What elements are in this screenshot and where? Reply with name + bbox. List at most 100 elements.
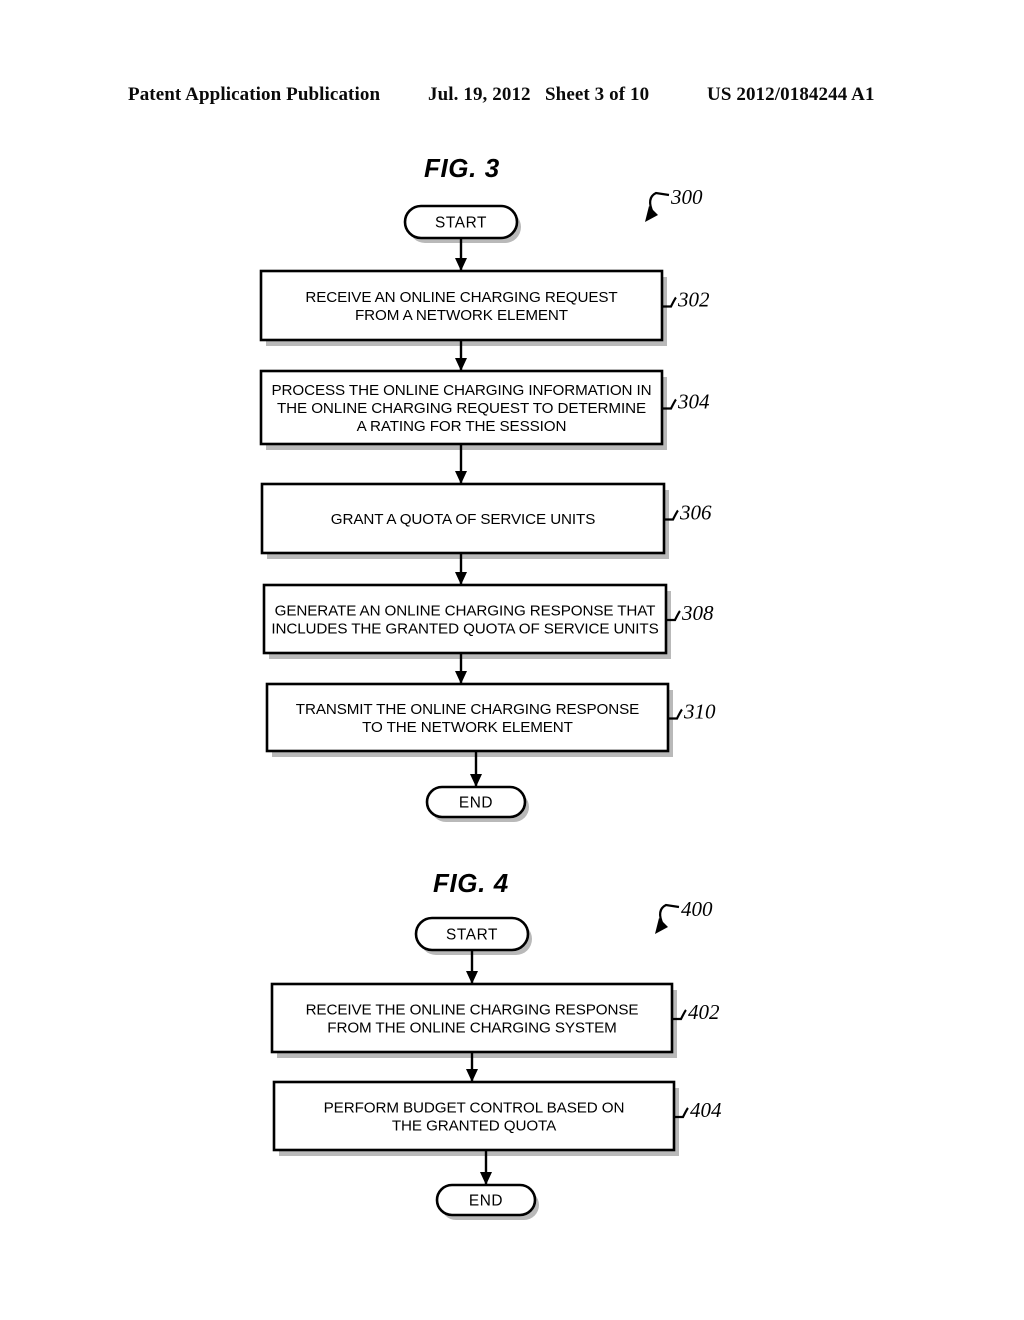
reference-leader-line xyxy=(668,708,683,720)
reference-number: 402 xyxy=(688,1000,720,1024)
figure-fig4-flowchart: START 400 RECEIVE THE ONLINE CHARGING RESP… xyxy=(270,897,722,1220)
reference-leader-line xyxy=(674,1107,689,1119)
reference-number: 308 xyxy=(681,601,714,625)
reference-leader-line xyxy=(662,398,677,410)
arrow-head-icon xyxy=(455,258,467,271)
node-shadow xyxy=(420,923,532,955)
reference-callout-304: 304 xyxy=(662,390,710,414)
reference-leader-line xyxy=(672,1009,687,1021)
process-box-shape xyxy=(270,982,674,1054)
figure-reference-arrow-icon xyxy=(645,206,658,222)
node-shadow xyxy=(266,377,667,450)
process-box-line: A RATING FOR THE SESSION xyxy=(357,418,567,435)
terminator-label: END xyxy=(459,795,493,812)
header-date-label: Jul. 19, 2012 xyxy=(428,84,531,105)
process-step-308[interactable]: GENERATE AN ONLINE CHARGING RESPONSE THA… xyxy=(262,583,671,659)
figure-3-title: FIG. 3 xyxy=(424,153,500,183)
node-shadow xyxy=(279,1088,679,1156)
process-step-302[interactable]: RECEIVE AN ONLINE CHARGING REQUESTFROM A… xyxy=(259,269,667,346)
reference-number: 306 xyxy=(679,501,712,525)
process-box-line: THE GRANTED QUOTA xyxy=(392,1118,557,1135)
process-step-310[interactable]: TRANSMIT THE ONLINE CHARGING RESPONSETO … xyxy=(265,682,673,757)
terminator-label: START xyxy=(435,215,487,232)
arrow-head-icon xyxy=(466,1069,478,1082)
process-box-line: INCLUDES THE GRANTED QUOTA OF SERVICE UN… xyxy=(271,621,658,638)
header-publication-label: Patent Application Publication xyxy=(128,84,381,105)
connector-last-step-to-end xyxy=(470,751,482,787)
figure-reference-callout: 400 xyxy=(655,897,713,934)
process-box-line: TO THE NETWORK ELEMENT xyxy=(362,719,573,736)
flowchart-canvas: START 300 RECEIVE AN ONLINE CHARGING REQUE… xyxy=(259,185,722,1220)
figure-reference-callout: 300 xyxy=(645,185,703,222)
connector-step-402-to-next xyxy=(466,1052,478,1082)
node-shadow xyxy=(277,990,677,1058)
reference-callout-302: 302 xyxy=(662,288,710,312)
process-step-404[interactable]: PERFORM BUDGET CONTROL BASED ONTHE GRANT… xyxy=(272,1080,679,1156)
arrow-head-icon xyxy=(466,971,478,984)
reference-callout-404: 404 xyxy=(674,1098,722,1122)
figure-reference-arrow-icon xyxy=(655,918,668,934)
process-box-line: GENERATE AN ONLINE CHARGING RESPONSE THA… xyxy=(275,603,656,620)
arrow-head-icon xyxy=(480,1172,492,1185)
terminator-shape xyxy=(435,1183,537,1217)
connector-step-306-to-next xyxy=(455,553,467,585)
process-box-line: PROCESS THE ONLINE CHARGING INFORMATION … xyxy=(271,382,651,399)
connector-step-304-to-next xyxy=(455,444,467,484)
process-box-line: THE ONLINE CHARGING REQUEST TO DETERMINE xyxy=(277,400,646,417)
process-step-304[interactable]: PROCESS THE ONLINE CHARGING INFORMATION … xyxy=(259,369,667,450)
reference-leader-line xyxy=(666,610,681,622)
terminator-label: END xyxy=(469,1193,503,1210)
node-shadow xyxy=(267,490,669,559)
reference-number: 302 xyxy=(677,288,710,312)
figure-reference-leader xyxy=(649,191,670,214)
node-shadow xyxy=(269,591,671,659)
reference-callout-402: 402 xyxy=(672,1000,720,1024)
reference-callout-306: 306 xyxy=(664,501,712,525)
figure-reference-number: 300 xyxy=(670,185,703,209)
process-box-shape xyxy=(265,682,670,753)
process-box-line: FROM A NETWORK ELEMENT xyxy=(355,307,568,324)
process-box-shape xyxy=(259,269,664,342)
start-node[interactable]: START xyxy=(414,916,532,955)
process-box-shape xyxy=(272,1080,676,1152)
connector-start-to-step-1 xyxy=(455,238,467,271)
node-shadow xyxy=(409,211,521,243)
terminator-shape xyxy=(403,204,519,240)
reference-leader-line xyxy=(664,509,679,521)
figure-4-title: FIG. 4 xyxy=(433,868,509,898)
process-step-402[interactable]: RECEIVE THE ONLINE CHARGING RESPONSEFROM… xyxy=(270,982,677,1058)
arrow-head-icon xyxy=(455,671,467,684)
process-box-line: TRANSMIT THE ONLINE CHARGING RESPONSE xyxy=(296,701,639,718)
process-box-line: GRANT A QUOTA OF SERVICE UNITS xyxy=(331,511,596,528)
node-shadow xyxy=(441,1190,539,1220)
node-shadow xyxy=(272,690,673,757)
end-node[interactable]: END xyxy=(435,1183,539,1220)
reference-number: 310 xyxy=(683,700,716,724)
process-box-line: FROM THE ONLINE CHARGING SYSTEM xyxy=(327,1020,616,1037)
header-document-number: US 2012/0184244 A1 xyxy=(707,84,875,105)
process-box-shape xyxy=(260,482,666,555)
process-box-shape xyxy=(259,369,664,446)
arrow-head-icon xyxy=(455,358,467,371)
process-box-shape xyxy=(262,583,668,655)
figure-reference-number: 400 xyxy=(681,897,713,921)
reference-number: 404 xyxy=(690,1098,722,1122)
connector-start-to-step-1 xyxy=(466,950,478,984)
reference-number: 304 xyxy=(677,390,710,414)
end-node[interactable]: END xyxy=(425,785,529,822)
connector-last-step-to-end xyxy=(480,1150,492,1185)
connector-step-308-to-next xyxy=(455,653,467,684)
header-sheet-label: Sheet 3 of 10 xyxy=(545,84,650,105)
connector-step-302-to-next xyxy=(455,340,467,371)
terminator-shape xyxy=(425,785,527,819)
terminator-label: START xyxy=(446,927,498,944)
process-step-306[interactable]: GRANT A QUOTA OF SERVICE UNITS xyxy=(260,482,669,559)
figure-fig3-flowchart: START 300 RECEIVE AN ONLINE CHARGING REQUE… xyxy=(259,185,716,822)
process-box-line: RECEIVE AN ONLINE CHARGING REQUEST xyxy=(305,289,617,306)
start-node[interactable]: START xyxy=(403,204,521,243)
arrow-head-icon xyxy=(455,471,467,484)
page-header: Patent Application Publication Jul. 19, … xyxy=(0,84,1024,112)
patent-sheet: Patent Application Publication Jul. 19, … xyxy=(0,0,1024,1320)
reference-callout-308: 308 xyxy=(666,601,714,625)
arrow-head-icon xyxy=(455,572,467,585)
